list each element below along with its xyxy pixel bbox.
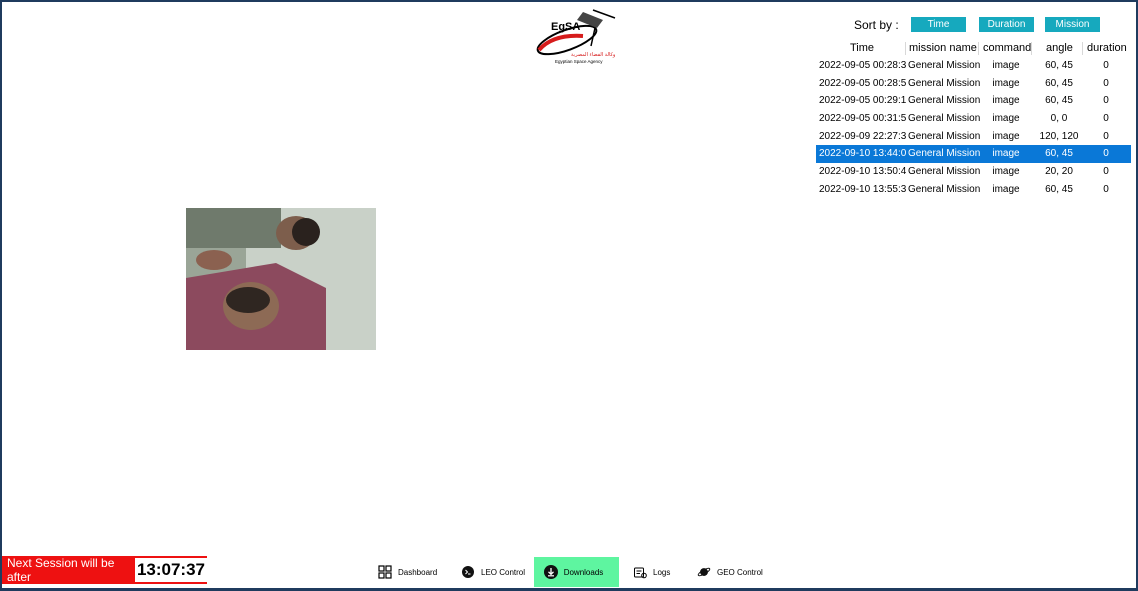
- cell-mission-name: General Mission: [908, 130, 980, 142]
- column-divider[interactable]: [1082, 42, 1083, 55]
- cell-angle: 60, 45: [1045, 148, 1073, 160]
- column-header-command[interactable]: command: [983, 42, 1031, 54]
- cell-angle: 120, 120: [1039, 130, 1079, 142]
- cell-mission-name: General Mission: [908, 60, 980, 71]
- cell-angle: 20, 20: [1045, 166, 1073, 178]
- cell-angle: 60, 45: [1045, 77, 1073, 89]
- nav-downloads[interactable]: Downloads: [534, 557, 619, 587]
- cell-command: image: [992, 60, 1020, 71]
- cell-mission-name: General Mission: [908, 113, 980, 125]
- egsa-logo: EgSA وكالة الفضاء المصرية Egyptian Space…: [533, 6, 617, 68]
- table-row[interactable]: 2022-09-05 00:28:3 General Mission image 60…: [816, 57, 1131, 75]
- nav-dashboard[interactable]: Dashboard: [378, 557, 448, 587]
- cell-command: image: [992, 183, 1020, 195]
- cell-mission-name: General Mission: [908, 148, 980, 160]
- column-header-angle[interactable]: angle: [1046, 42, 1073, 54]
- nav-downloads-label: Downloads: [563, 567, 604, 577]
- cell-time: 2022-09-10 13:55:3: [819, 183, 906, 195]
- cell-duration: 0: [1103, 148, 1109, 160]
- column-divider[interactable]: [1031, 42, 1032, 55]
- downloaded-image: [186, 208, 376, 350]
- cell-mission-name: General Mission: [908, 95, 980, 107]
- cell-duration: 0: [1103, 166, 1109, 178]
- nav-geo-control-label: GEO Control: [717, 567, 763, 577]
- downloads-table: Time mission name command angle duration…: [816, 40, 1131, 199]
- column-header-time[interactable]: Time: [850, 42, 874, 54]
- column-header-mission-name[interactable]: mission name: [909, 42, 977, 54]
- sort-mission-button[interactable]: Mission: [1045, 17, 1100, 32]
- cell-duration: 0: [1103, 95, 1109, 107]
- cell-command: image: [992, 130, 1020, 142]
- cell-time: 2022-09-10 13:44:0: [819, 148, 906, 160]
- sort-label: Sort by :: [854, 18, 899, 32]
- cell-time: 2022-09-05 00:28:3: [819, 60, 906, 71]
- table-row[interactable]: 2022-09-10 13:44:0 General Mission image 60…: [816, 145, 1131, 164]
- cell-duration: 0: [1103, 113, 1109, 125]
- cell-command: image: [992, 95, 1020, 107]
- table-row[interactable]: 2022-09-09 22:27:3 General Mission image 12…: [816, 128, 1131, 146]
- cell-duration: 0: [1103, 60, 1109, 71]
- cell-mission-name: General Mission: [908, 77, 980, 89]
- cell-angle: 60, 45: [1045, 183, 1073, 195]
- next-session-label: Next Session will be after: [7, 556, 115, 584]
- cell-command: image: [992, 77, 1020, 89]
- cell-time: 2022-09-09 22:27:3: [819, 130, 906, 142]
- nav-logs[interactable]: Logs: [633, 557, 693, 587]
- next-session-countdown: 13:07:37: [134, 558, 207, 582]
- download-icon: [543, 565, 558, 579]
- column-divider[interactable]: [905, 42, 906, 55]
- cell-angle: 0, 0: [1050, 113, 1068, 125]
- grid-icon: [378, 565, 392, 579]
- cell-mission-name: General Mission: [908, 166, 980, 178]
- svg-text:وكالة الفضاء المصرية: وكالة الفضاء المصرية: [571, 52, 616, 58]
- nav-geo-control[interactable]: GEO Control: [697, 557, 777, 587]
- cell-time: 2022-09-10 13:50:4: [819, 166, 906, 178]
- column-divider[interactable]: [978, 42, 979, 55]
- cell-angle: 60, 45: [1045, 60, 1073, 71]
- cell-duration: 0: [1103, 183, 1109, 195]
- terminal-icon: [461, 565, 475, 579]
- column-header-duration[interactable]: duration: [1087, 42, 1127, 54]
- table-row[interactable]: 2022-09-10 13:50:4 General Mission image 20…: [816, 163, 1131, 181]
- next-session-banner: Next Session will be after 13:07:37: [2, 556, 207, 584]
- cell-duration: 0: [1103, 77, 1109, 89]
- table-row[interactable]: 2022-09-10 13:55:3 General Mission image 60…: [816, 181, 1131, 199]
- nav-logs-label: Logs: [653, 567, 671, 577]
- table-header: Time mission name command angle duration: [816, 40, 1131, 57]
- cell-angle: 60, 45: [1045, 95, 1073, 107]
- table-body: 2022-09-05 00:28:3 General Mission image 60…: [816, 57, 1131, 199]
- nav-leo-control-label: LEO Control: [481, 567, 526, 577]
- cell-mission-name: General Mission: [908, 183, 980, 195]
- cell-command: image: [992, 113, 1020, 125]
- cell-time: 2022-09-05 00:29:1: [819, 95, 906, 107]
- cell-duration: 0: [1103, 130, 1109, 142]
- cell-command: image: [992, 148, 1020, 160]
- nav-leo-control[interactable]: LEO Control: [461, 557, 531, 587]
- cell-time: 2022-09-05 00:31:5: [819, 113, 906, 125]
- cell-time: 2022-09-05 00:28:5: [819, 77, 906, 89]
- table-row[interactable]: 2022-09-05 00:31:5 General Mission image 0,…: [816, 110, 1131, 128]
- cell-command: image: [992, 166, 1020, 178]
- nav-dashboard-label: Dashboard: [398, 567, 438, 577]
- sort-time-button[interactable]: Time: [911, 17, 966, 32]
- svg-text:Egyptian Space Agency: Egyptian Space Agency: [555, 59, 603, 64]
- sort-duration-button[interactable]: Duration: [979, 17, 1034, 32]
- logs-icon: [633, 565, 647, 579]
- table-row[interactable]: 2022-09-05 00:29:1 General Mission image 60…: [816, 92, 1131, 110]
- planet-icon: [697, 565, 711, 579]
- table-row[interactable]: 2022-09-05 00:28:5 General Mission image 60…: [816, 75, 1131, 93]
- svg-text:EgSA: EgSA: [551, 21, 580, 33]
